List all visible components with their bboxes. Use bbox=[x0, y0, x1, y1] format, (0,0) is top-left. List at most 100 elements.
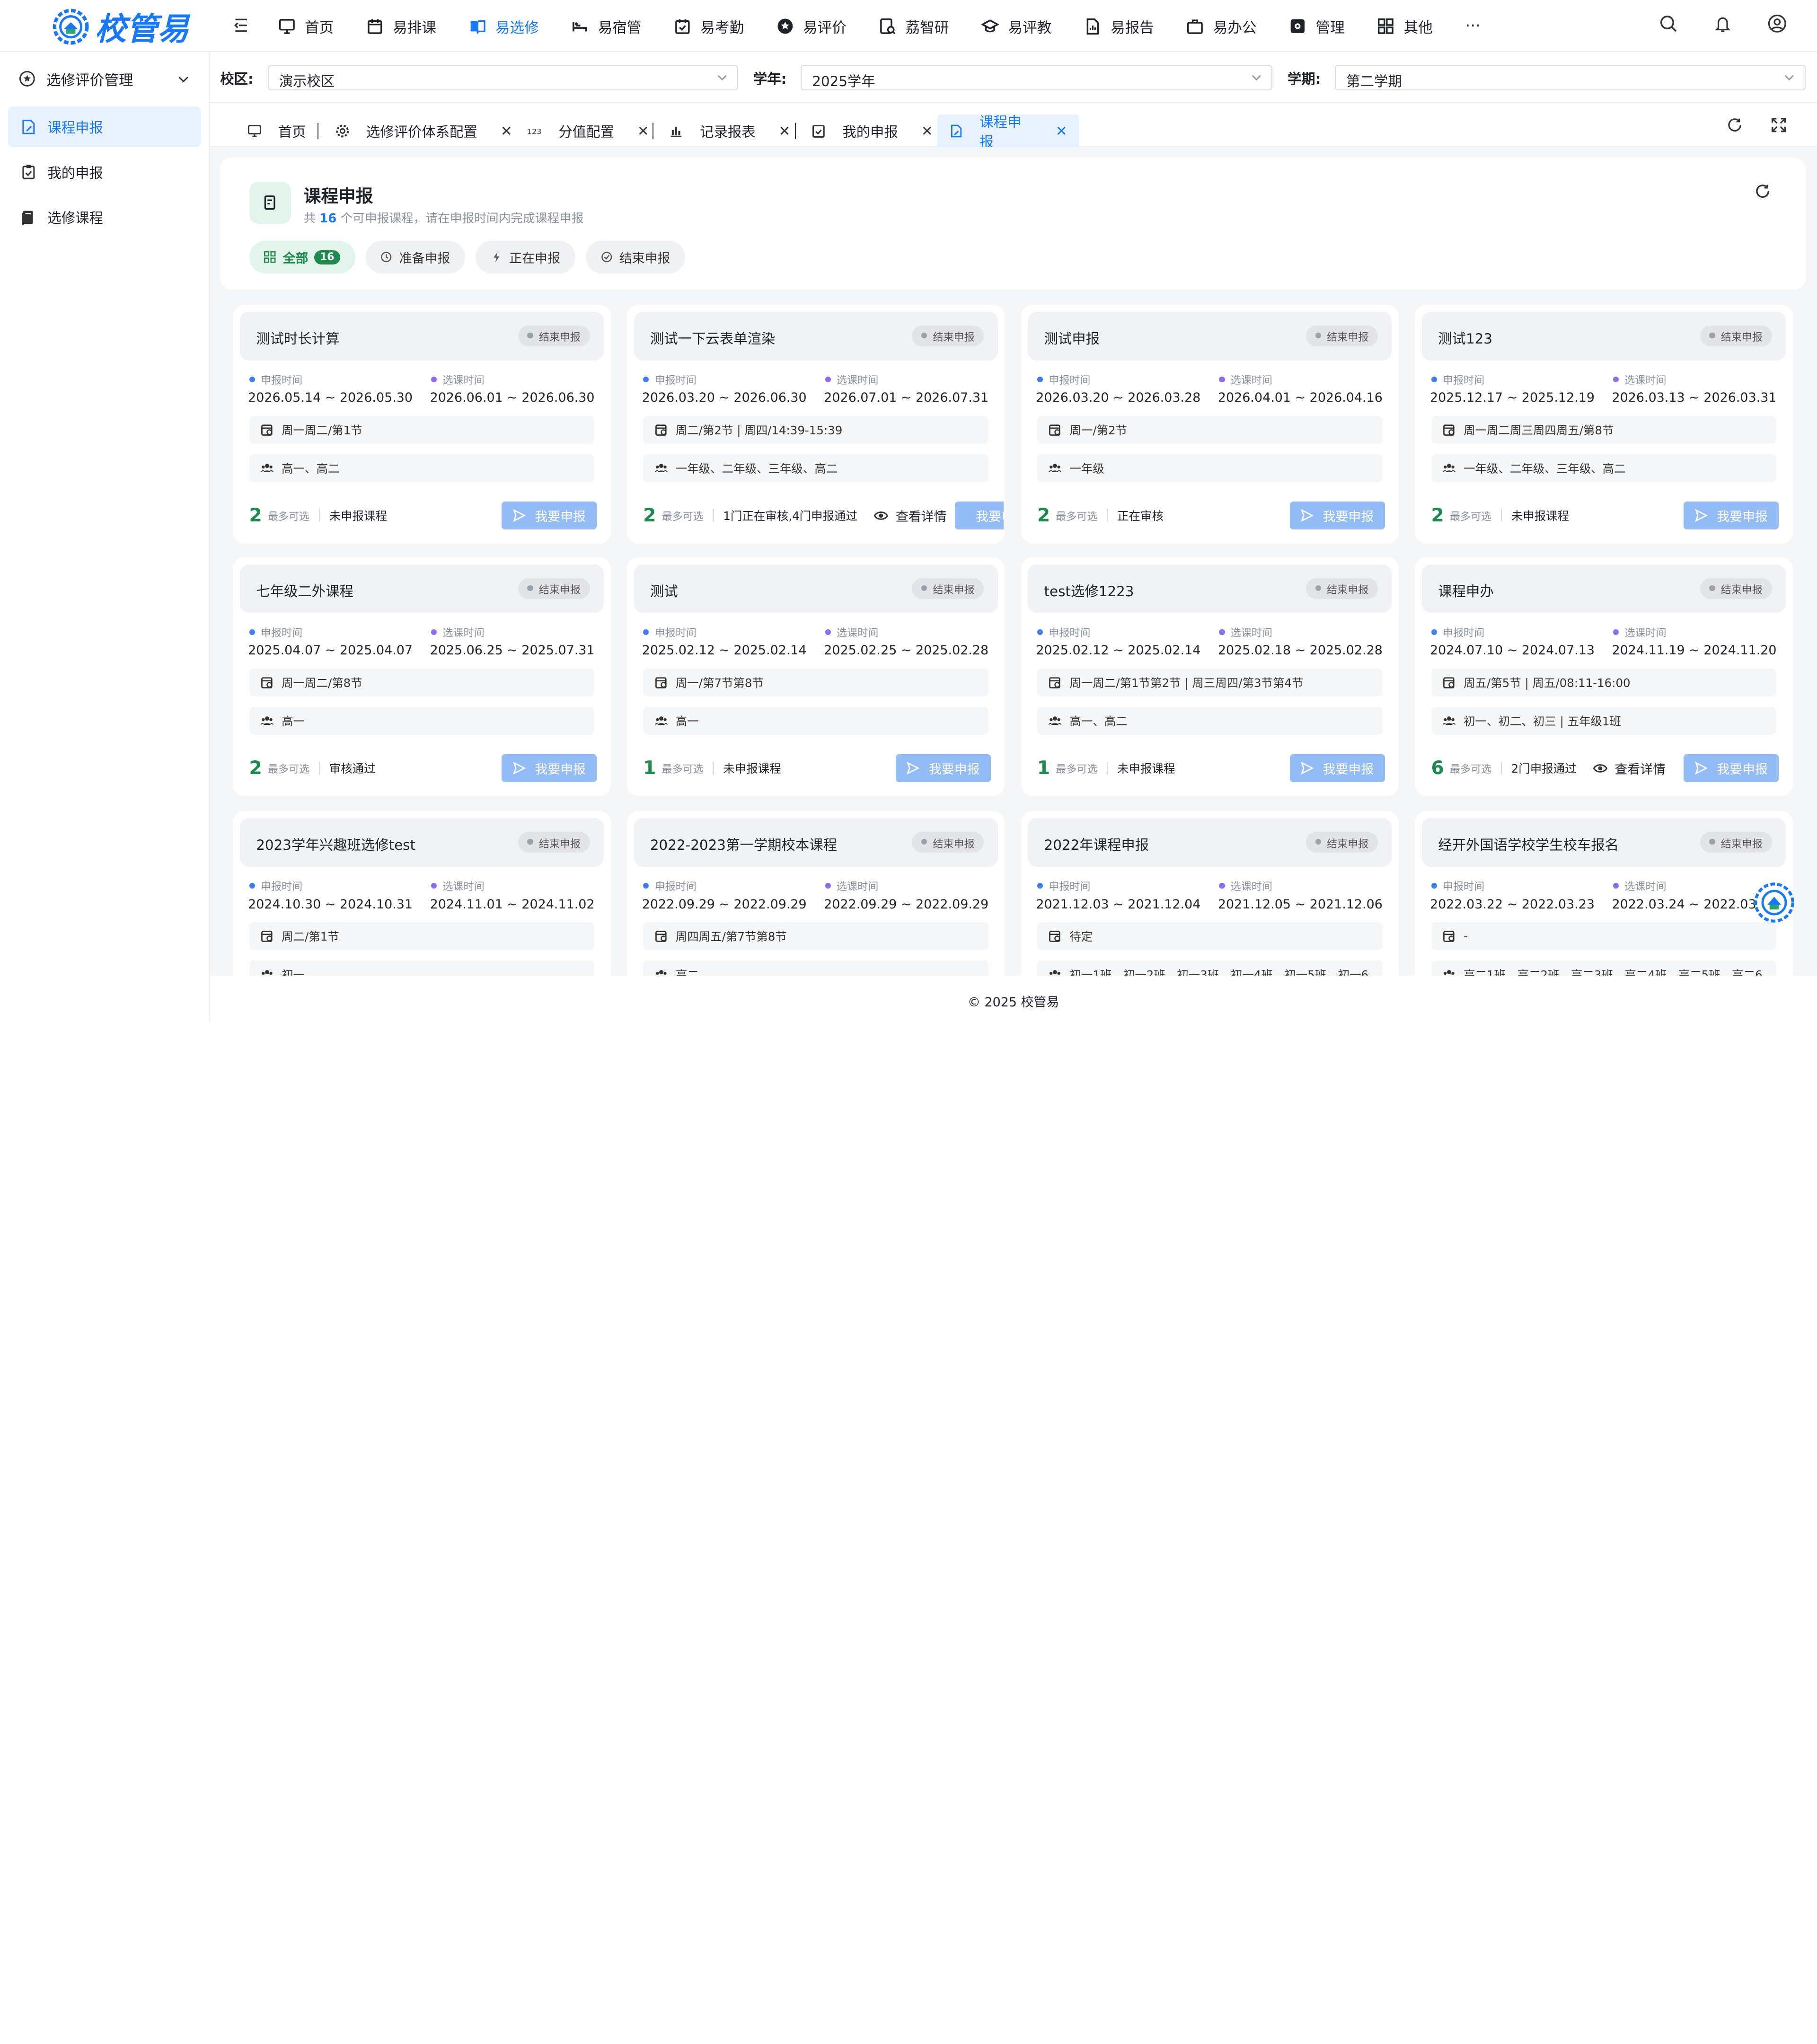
apply-time-label: 申报时间 bbox=[643, 372, 697, 387]
nav-item-0[interactable]: 首页 bbox=[278, 0, 334, 52]
tab-score-config[interactable]: 123 分值配置 ✕ bbox=[516, 115, 661, 147]
search-icon[interactable] bbox=[1658, 14, 1678, 34]
nav-item-1[interactable]: 易排课 bbox=[366, 0, 436, 52]
sidebar-item-label: 我的申报 bbox=[47, 165, 103, 181]
select-time-label: 选课时间 bbox=[825, 372, 878, 387]
filter-ongoing-pill[interactable]: 正在申报 bbox=[476, 241, 575, 273]
app-logo[interactable]: 校管易 bbox=[51, 3, 189, 50]
refresh-icon[interactable] bbox=[1755, 183, 1771, 199]
view-detail-link[interactable]: 查看详情 bbox=[873, 506, 947, 525]
apply-course-button[interactable]: 我要申报 bbox=[1684, 754, 1779, 783]
apply-course-button[interactable]: 我要申报 bbox=[1684, 502, 1779, 530]
tab-course-apply[interactable]: 课程申报 ✕ bbox=[937, 114, 1079, 150]
apply-course-button[interactable]: 我要申报 bbox=[1289, 502, 1385, 530]
course-card[interactable]: test选修1223 结束申报 申报时间 选课时间 2025.02.12 ~ 2025.… bbox=[1021, 557, 1399, 796]
course-card[interactable]: 测试 结束申报 申报时间 选课时间 2025.02.12 ~ 2025.02.14 202… bbox=[626, 557, 1005, 796]
bell-icon[interactable] bbox=[1713, 14, 1733, 34]
sidebar-item-course-apply[interactable]: 课程申报 bbox=[8, 106, 201, 147]
apply-course-button[interactable]: 我要申报 bbox=[954, 502, 1004, 530]
tab-close-icon[interactable]: ✕ bbox=[921, 123, 933, 139]
filter-ended-pill[interactable]: 结束申报 bbox=[585, 241, 686, 273]
footer-divider bbox=[1107, 762, 1108, 775]
sidebar-item-my-apply[interactable]: 我的申报 bbox=[8, 152, 201, 193]
apply-time-value: 2025.02.12 ~ 2025.02.14 bbox=[1036, 643, 1201, 658]
apply-course-button[interactable]: 我要申报 bbox=[1289, 754, 1385, 783]
nav-item-8[interactable]: 易报告 bbox=[1084, 0, 1154, 52]
status-badge-label: 结束申报 bbox=[538, 584, 581, 597]
year-label: 学年: bbox=[753, 71, 787, 88]
tab-home[interactable]: 首页 bbox=[235, 115, 318, 147]
max-select-count: 6 bbox=[1431, 758, 1444, 779]
nav-item-6[interactable]: 荔智研 bbox=[879, 0, 949, 52]
user-avatar-icon[interactable] bbox=[1767, 14, 1787, 34]
select-time-dot bbox=[1613, 883, 1619, 889]
apply-state-text: 1门正在审核,4门申报通过 bbox=[723, 509, 858, 523]
apply-time-dot bbox=[1431, 376, 1437, 383]
tab-eval-config[interactable]: 选修评价体系配置 ✕ bbox=[323, 115, 524, 147]
nav-item-11[interactable]: 其他 bbox=[1377, 0, 1433, 52]
nav-item-10[interactable]: 管理 bbox=[1289, 0, 1345, 52]
tab-my-apply[interactable]: 我的申报 ✕ bbox=[800, 115, 944, 147]
status-filter-pills: 全部 16 准备申报 正在申报 结束申报 bbox=[249, 241, 686, 273]
nav-item-7[interactable]: 易评教 bbox=[981, 0, 1051, 52]
sidebar-group-elective-eval[interactable]: 选修评价管理 bbox=[0, 54, 209, 103]
nav-item-5[interactable]: 易评价 bbox=[776, 0, 847, 52]
course-card[interactable]: 测试123 结束申报 申报时间 选课时间 2025.12.17 ~ 2025.12.19… bbox=[1415, 305, 1793, 544]
nav-more-button[interactable]: ··· bbox=[1465, 0, 1481, 52]
course-card[interactable]: 经开外国语学校学生校车报名 结束申报 申报时间 选课时间 2022.03.22 ~ 20… bbox=[1415, 811, 1793, 976]
nav-item-4[interactable]: 易考勤 bbox=[674, 0, 744, 52]
tab-close-icon[interactable]: ✕ bbox=[1056, 123, 1067, 139]
apply-course-button[interactable]: 我要申报 bbox=[502, 754, 597, 783]
filter-all-pill[interactable]: 全部 16 bbox=[249, 241, 355, 273]
apply-time-label: 申报时间 bbox=[1431, 878, 1484, 893]
tab-record-report[interactable]: 记录报表 ✕ bbox=[657, 115, 802, 147]
nav-item-3[interactable]: 易宿管 bbox=[571, 0, 641, 52]
course-apply-icon bbox=[249, 182, 291, 224]
nav-item-2[interactable]: 易选修 bbox=[469, 0, 539, 52]
course-card[interactable]: 2022-2023第一学期校本课程 结束申报 申报时间 选课时间 2022.09.29 … bbox=[626, 811, 1005, 976]
apply-time-value: 2025.12.17 ~ 2025.12.19 bbox=[1430, 390, 1595, 405]
tab-close-icon[interactable]: ✕ bbox=[637, 123, 649, 139]
course-card[interactable]: 七年级二外课程 结束申报 申报时间 选课时间 2025.04.07 ~ 2025.04.… bbox=[233, 557, 611, 796]
settings-icon bbox=[1290, 19, 1305, 33]
filter-prepare-pill[interactable]: 准备申报 bbox=[365, 241, 466, 273]
course-card[interactable]: 测试申报 结束申报 申报时间 选课时间 2026.03.20 ~ 2026.03.28 2… bbox=[1021, 305, 1399, 544]
max-select-count: 1 bbox=[643, 758, 656, 779]
max-select-label: 最多可选 bbox=[1056, 763, 1098, 775]
tab-label: 首页 bbox=[278, 123, 306, 140]
select-time-label-text: 选课时间 bbox=[1230, 627, 1272, 639]
nav-item-9[interactable]: 易办公 bbox=[1186, 0, 1257, 52]
status-badge-label: 结束申报 bbox=[1327, 584, 1369, 597]
course-card[interactable]: 测试时长计算 结束申报 申报时间 选课时间 2026.05.14 ~ 2026.05.3… bbox=[233, 305, 611, 544]
tab-close-icon[interactable]: ✕ bbox=[501, 123, 512, 139]
course-card[interactable]: 测试一下云表单渲染 结束申报 申报时间 选课时间 2026.03.20 ~ 2026.0… bbox=[626, 305, 1005, 544]
main-menu: 首页 易排课 易选修 易宿管 易考勤 易评价 荔智研 易评教 易报告 易办公 管理 其他 ··· bbox=[278, 0, 1513, 52]
users-icon bbox=[655, 970, 667, 975]
fullscreen-icon[interactable] bbox=[1771, 117, 1787, 133]
course-card[interactable]: 课程申办 结束申报 申报时间 选课时间 2024.07.10 ~ 2024.07.13 2… bbox=[1415, 557, 1793, 796]
term-select[interactable]: 第二学期 bbox=[1335, 65, 1806, 91]
course-card[interactable]: 2022年课程申报 结束申报 申报时间 选课时间 2021.12.03 ~ 2021.1… bbox=[1021, 811, 1399, 976]
collapse-menu-icon[interactable] bbox=[232, 16, 250, 35]
max-select-count: 2 bbox=[1037, 505, 1050, 527]
footer-divider bbox=[1500, 762, 1502, 775]
view-detail-link[interactable]: 查看详情 bbox=[1593, 759, 1666, 777]
refresh-icon[interactable] bbox=[1727, 117, 1743, 133]
apply-time-value: 2026.03.20 ~ 2026.06.30 bbox=[642, 390, 807, 405]
floating-assistant-icon[interactable] bbox=[1752, 881, 1796, 925]
year-select[interactable]: 2025学年 bbox=[801, 65, 1272, 91]
apply-course-button[interactable]: 我要申报 bbox=[896, 754, 991, 783]
campus-select[interactable]: 演示校区 bbox=[267, 65, 738, 91]
tab-close-icon[interactable]: ✕ bbox=[779, 123, 791, 139]
chevron-down-icon bbox=[178, 76, 188, 83]
schedule-text: 周一周二/第1节第2节 | 周三周四/第3节第4节 bbox=[1069, 676, 1304, 690]
course-card[interactable]: 2023学年兴趣班选修test 结束申报 申报时间 选课时间 2024.10.30 ~ … bbox=[233, 811, 611, 976]
apply-course-button[interactable]: 我要申报 bbox=[502, 502, 597, 530]
status-badge-label: 结束申报 bbox=[1720, 332, 1763, 344]
select-time-label-text: 选课时间 bbox=[1624, 881, 1667, 893]
select-time-label-text: 选课时间 bbox=[1624, 627, 1667, 639]
status-badge-label: 结束申报 bbox=[933, 584, 975, 597]
sidebar-item-elective-courses[interactable]: 选修课程 bbox=[8, 197, 201, 238]
course-title: 七年级二外课程 bbox=[256, 583, 353, 599]
apply-time-label-text: 申报时间 bbox=[654, 375, 697, 387]
